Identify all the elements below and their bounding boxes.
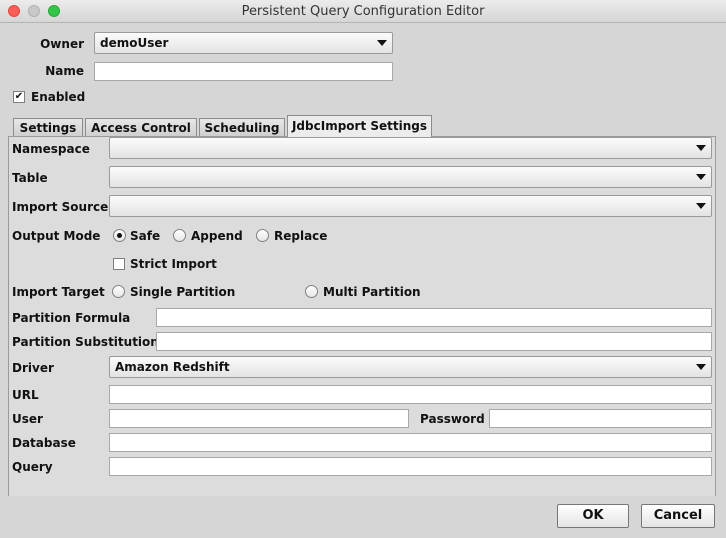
table-label: Table <box>12 171 48 185</box>
partition-substitution-label: Partition Substitution <box>12 335 159 349</box>
chevron-down-icon <box>696 203 706 209</box>
close-window-icon[interactable] <box>8 5 20 17</box>
output-mode-label: Output Mode <box>12 229 101 243</box>
output-mode-append-label: Append <box>191 229 243 243</box>
password-label: Password <box>420 412 485 426</box>
user-input[interactable] <box>109 409 409 428</box>
import-source-dropdown[interactable] <box>109 195 712 217</box>
enabled-checkbox[interactable]: ✔ <box>13 91 25 103</box>
import-target-multi-radio[interactable] <box>305 285 318 298</box>
tab-scheduling[interactable]: Scheduling <box>199 118 285 136</box>
user-label: User <box>12 412 43 426</box>
password-input[interactable] <box>489 409 712 428</box>
cancel-button[interactable]: Cancel <box>641 504 715 528</box>
chevron-down-icon <box>377 40 387 46</box>
database-label: Database <box>12 436 76 450</box>
name-input[interactable] <box>94 62 393 81</box>
tab-jdbcimport-settings[interactable]: JdbcImport Settings <box>287 115 432 137</box>
tab-settings[interactable]: Settings <box>13 118 83 136</box>
minimize-window-icon[interactable] <box>28 5 40 17</box>
name-label: Name <box>45 64 84 78</box>
output-mode-replace-label: Replace <box>274 229 328 243</box>
ok-button[interactable]: OK <box>557 504 629 528</box>
tab-access-control[interactable]: Access Control <box>85 118 197 136</box>
output-mode-append-radio[interactable] <box>173 229 186 242</box>
output-mode-replace-radio[interactable] <box>256 229 269 242</box>
owner-label: Owner <box>40 37 84 51</box>
import-source-label: Import Source <box>12 200 109 214</box>
import-target-single-radio[interactable] <box>112 285 125 298</box>
import-target-label: Import Target <box>12 285 105 299</box>
partition-substitution-input[interactable] <box>156 332 712 351</box>
chevron-down-icon <box>696 364 706 370</box>
driver-dropdown[interactable]: Amazon Redshift <box>109 356 712 378</box>
table-dropdown[interactable] <box>109 166 712 188</box>
database-input[interactable] <box>109 433 712 452</box>
import-target-single-label: Single Partition <box>130 285 236 299</box>
url-input[interactable] <box>109 385 712 404</box>
output-mode-safe-label: Safe <box>130 229 161 243</box>
driver-value: Amazon Redshift <box>115 360 230 374</box>
namespace-label: Namespace <box>12 142 90 156</box>
strict-import-checkbox[interactable] <box>113 258 125 270</box>
output-mode-safe-radio[interactable] <box>113 229 126 242</box>
window-title: Persistent Query Configuration Editor <box>241 4 485 19</box>
owner-dropdown[interactable]: demoUser <box>94 32 393 54</box>
url-label: URL <box>12 388 39 402</box>
driver-label: Driver <box>12 361 54 375</box>
import-target-multi-label: Multi Partition <box>323 285 421 299</box>
maximize-window-icon[interactable] <box>48 5 60 17</box>
query-input[interactable] <box>109 457 712 476</box>
owner-value: demoUser <box>100 36 169 50</box>
chevron-down-icon <box>696 145 706 151</box>
enabled-label: Enabled <box>31 90 86 104</box>
partition-formula-input[interactable] <box>156 308 712 327</box>
strict-import-label: Strict Import <box>130 257 217 271</box>
query-label: Query <box>12 460 53 474</box>
window-titlebar: Persistent Query Configuration Editor <box>0 0 726 23</box>
namespace-dropdown[interactable] <box>109 137 712 159</box>
chevron-down-icon <box>696 174 706 180</box>
partition-formula-label: Partition Formula <box>12 311 131 325</box>
